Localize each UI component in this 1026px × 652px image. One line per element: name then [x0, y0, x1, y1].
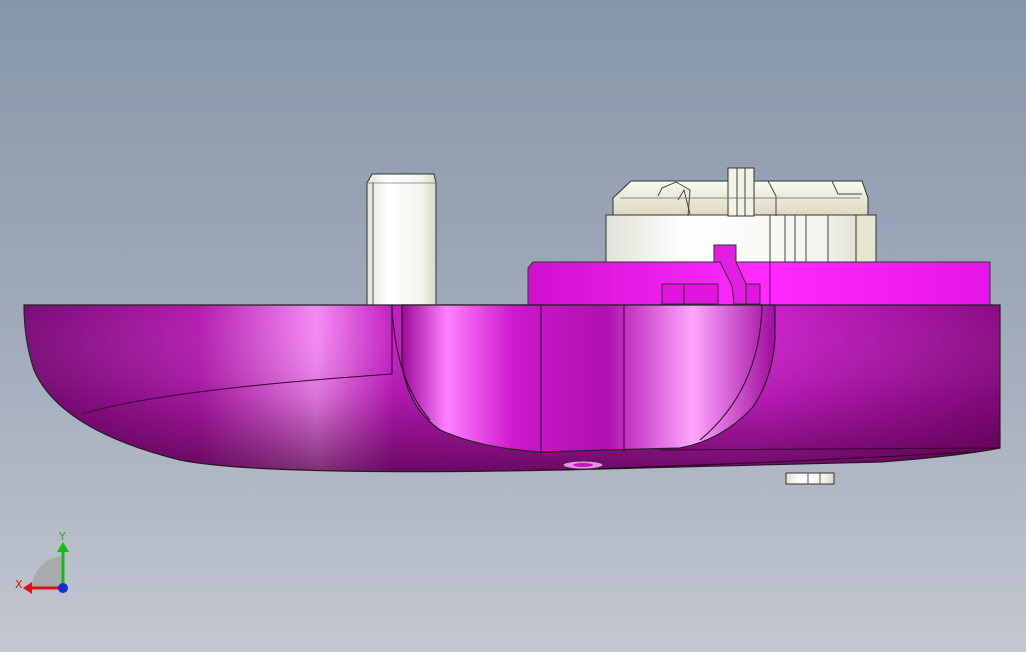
- z-axis-dot: [58, 583, 68, 593]
- bottom-tab[interactable]: [785, 472, 835, 485]
- cad-viewport[interactable]: Y X: [0, 0, 1026, 652]
- part-model[interactable]: [0, 0, 1026, 652]
- white-post[interactable]: [366, 173, 437, 306]
- connector-housing[interactable]: [605, 167, 877, 266]
- coordinate-triad: Y X: [10, 528, 80, 600]
- y-axis-label: Y: [58, 530, 66, 543]
- triad-arc-shape: [31, 556, 63, 588]
- x-axis-label: X: [15, 578, 23, 591]
